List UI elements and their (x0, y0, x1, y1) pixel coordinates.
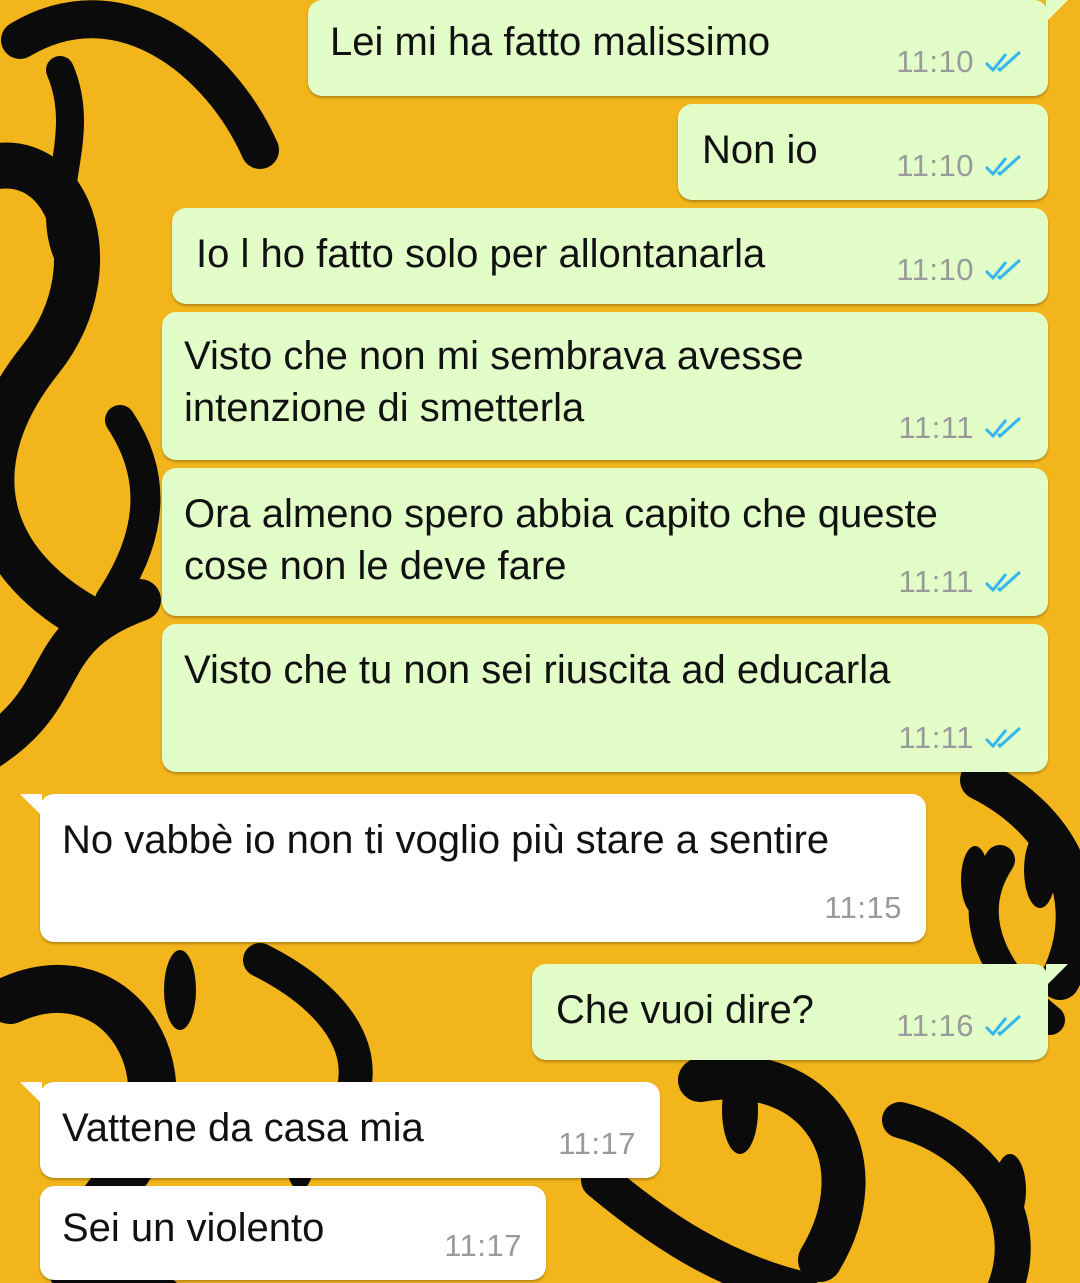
message-bubble-outgoing[interactable]: Visto che non mi sembrava avesse intenzi… (162, 312, 1048, 460)
message-text: No vabbè io non ti voglio più stare a se… (62, 818, 830, 862)
message-text: Lei mi ha fatto malissimo (330, 20, 771, 64)
message-time: 11:10 (896, 44, 974, 79)
message-text: Vattene da casa mia (62, 1106, 424, 1150)
message-meta: 11:17 (444, 1228, 522, 1264)
bubble-tail (1046, 964, 1068, 986)
message-meta: 11:10 (896, 148, 1024, 184)
message-bubble-incoming[interactable]: Vattene da casa mia 11:17 (20, 1082, 660, 1178)
double-check-read-icon (984, 726, 1022, 749)
message-text: Visto che non mi sembrava avesse intenzi… (184, 334, 804, 430)
message-text: Io l ho fatto solo per allontanarla (196, 232, 766, 276)
message-bubble-outgoing[interactable]: Io l ho fatto solo per allontanarla 11:1… (172, 208, 1048, 304)
message-time: 11:10 (896, 252, 974, 287)
bubble-tail (20, 1082, 42, 1104)
message-bubble-outgoing[interactable]: Ora almeno spero abbia capito che queste… (162, 468, 1048, 616)
message-meta: 11:11 (899, 564, 1024, 600)
message-meta: 11:10 (896, 252, 1024, 288)
message-bubble-outgoing[interactable]: Lei mi ha fatto malissimo 11:10 (308, 0, 1068, 96)
double-check-read-icon (984, 416, 1022, 439)
double-check-read-icon (984, 1014, 1022, 1037)
message-meta: 11:11 (899, 720, 1024, 756)
message-bubble-outgoing[interactable]: Che vuoi dire? 11:16 (532, 964, 1068, 1060)
bubble-tail (1046, 0, 1068, 22)
message-meta: 11:11 (899, 410, 1024, 446)
double-check-read-icon (984, 570, 1022, 593)
message-meta: 11:15 (824, 890, 902, 926)
message-bubble-incoming[interactable]: No vabbè io non ti voglio più stare a se… (20, 794, 926, 942)
double-check-read-icon (984, 258, 1022, 281)
message-time: 11:11 (898, 564, 974, 599)
message-time: 11:11 (898, 410, 974, 445)
message-bubble-outgoing[interactable]: Non io 11:10 (678, 104, 1048, 200)
double-check-read-icon (984, 50, 1022, 73)
message-meta: 11:17 (558, 1126, 636, 1162)
message-time: 11:16 (896, 1008, 974, 1043)
double-check-read-icon (984, 154, 1022, 177)
message-text: Che vuoi dire? (556, 988, 814, 1032)
message-time: 11:10 (896, 148, 974, 183)
message-time: 11:17 (444, 1228, 522, 1263)
message-bubble-incoming[interactable]: Sei un violento 11:17 (40, 1186, 546, 1280)
message-text: Ora almeno spero abbia capito che queste… (184, 492, 938, 588)
message-text: Non io (702, 128, 818, 172)
message-bubble-outgoing[interactable]: Visto che tu non sei riuscita ad educarl… (162, 624, 1048, 772)
message-time: 11:15 (824, 890, 902, 925)
message-text: Sei un violento (62, 1206, 325, 1250)
message-meta: 11:10 (896, 44, 1024, 80)
message-meta: 11:16 (896, 1008, 1024, 1044)
chat-message-list[interactable]: Lei mi ha fatto malissimo 11:10 Non io 1… (0, 0, 1080, 1283)
message-time: 11:17 (558, 1126, 636, 1161)
message-text: Visto che tu non sei riuscita ad educarl… (184, 648, 891, 692)
message-time: 11:11 (898, 720, 974, 755)
bubble-tail (20, 794, 42, 816)
